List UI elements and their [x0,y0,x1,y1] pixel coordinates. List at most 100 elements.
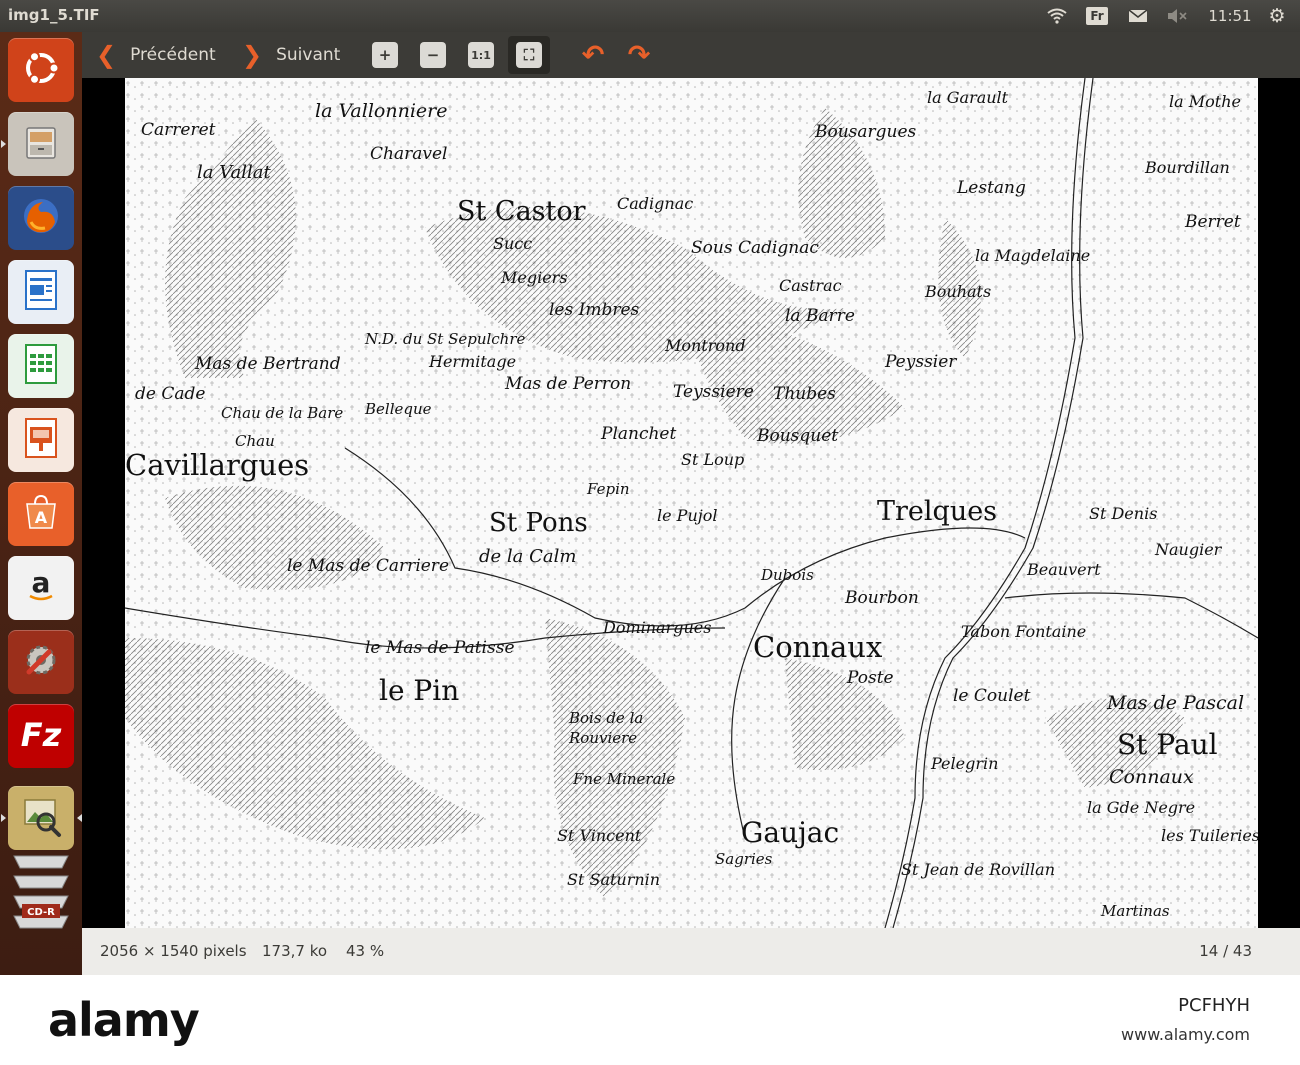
calc-icon [21,342,61,390]
system-settings-button[interactable] [8,630,74,694]
cd-label: CD-R [27,907,55,918]
wifi-icon[interactable] [1042,0,1072,32]
previous-button[interactable]: ❮ Précédent [96,32,216,78]
disc-drive-button[interactable]: CD-R [8,855,74,929]
firefox-icon [19,194,63,242]
map-label: St Jean de Rovillan [901,860,1055,879]
map-label: Charavel [370,144,448,164]
svg-text:a: a [32,566,51,599]
map-label: Martinas [1101,902,1170,920]
map-label: les Imbres [549,300,640,320]
amazon-icon: a [21,566,61,610]
previous-label: Précédent [130,45,216,65]
map-label: Bois de la Rouviere [569,709,644,747]
zoom-normal-button[interactable]: 1:1 [468,42,494,68]
sound-muted-icon[interactable] [1162,0,1192,32]
ubuntu-dash-button[interactable] [8,38,74,102]
map-label: Trelques [877,496,998,527]
map-label: St Saturnin [567,870,661,889]
map-label: N.D. du St Sepulchre [365,330,526,348]
map-label: Mas de Perron [505,374,632,394]
map-label: Peyssier [885,352,957,372]
map-label: la Barre [785,306,855,326]
map-label: Thubes [773,384,836,404]
map-label: Bouhats [925,282,992,301]
map-label: la Gde Negre [1087,798,1196,817]
amazon-button[interactable]: a [8,556,74,620]
calc-button[interactable] [8,334,74,398]
filezilla-icon: Fz [19,712,63,760]
map-label: le Coulet [953,686,1031,706]
map-label: Fepin [587,480,630,498]
map-label: le Mas de Patisse [365,638,515,658]
map-label: Pelegrin [931,754,999,773]
image-position: 14 / 43 [1199,942,1252,960]
map-label: Gaujac [741,816,840,849]
map-label: Cavillargues [125,448,310,482]
svg-text:Fz: Fz [21,716,62,754]
map-label: Dubois [761,566,814,584]
file-size: 173,7 ko [262,942,328,960]
zoom-out-button[interactable]: − [420,42,446,68]
map-label: Bousargues [815,122,917,142]
map-label: St Castor [457,196,586,227]
map-label: Teyssiere [673,382,754,402]
next-button[interactable]: ❯ Suivant [242,32,340,78]
software-center-button[interactable]: A [8,482,74,546]
map-label: Connaux [753,630,883,664]
files-button[interactable] [8,112,74,176]
map-label: Montrond [665,336,746,355]
watermark-footer: alamy PCFHYH www.alamy.com [0,975,1300,1065]
svg-text:A: A [35,508,48,527]
map-label: la Garault [927,88,1009,107]
image-viewer-icon [19,794,63,842]
cabinet-icon [21,122,61,166]
map-label: Belleque [365,400,432,418]
settings-icon [19,638,63,686]
top-panel: img1_5.TIF Fr 11:51 ⚙ [0,0,1300,32]
clock[interactable]: 11:51 [1204,0,1256,32]
map-label: Hermitage [429,352,517,371]
map-label: Cadignac [617,194,694,213]
map-label: Castrac [779,276,842,295]
map-label: Chau [235,432,275,450]
map-label: Connaux [1109,766,1194,788]
map-label: Bousquet [757,426,839,446]
zoom-fit-button[interactable]: ⛶ [516,42,542,68]
map-label: St Vincent [557,826,642,845]
filezilla-button[interactable]: Fz [8,704,74,768]
zoom-level: 43 % [346,942,385,960]
mail-icon[interactable] [1124,0,1152,32]
map-label: Planchet [601,424,677,444]
zoom-in-button[interactable]: + [372,42,398,68]
keyboard-layout-label: Fr [1086,7,1108,25]
writer-button[interactable] [8,260,74,324]
watermark-url: www.alamy.com [1121,1025,1250,1044]
map-label: le Pin [379,674,460,707]
status-bar: 2056 × 1540 pixels 173,7 ko 43 % 14 / 43 [82,928,1300,975]
image-viewer-button[interactable] [8,786,74,850]
image-canvas[interactable]: la Vallonniere Carreret Charavel la Vall… [125,78,1258,928]
map-label: Berret [1185,212,1241,232]
map-label: St Paul [1117,728,1218,761]
keyboard-layout-indicator[interactable]: Fr [1084,0,1110,32]
map-label: Lestang [957,178,1026,198]
map-label: Carreret [141,120,216,140]
map-label: Megiers [501,268,568,287]
watermark-logo: alamy [48,993,200,1047]
map-label: les Tuileries [1161,826,1258,845]
rotate-right-button[interactable]: ↷ [624,40,654,71]
impress-button[interactable] [8,408,74,472]
map-label: le Mas de Carriere [287,556,449,576]
map-label: la Vallat [197,162,271,183]
gear-icon[interactable]: ⚙ [1262,0,1292,32]
map-label: Poste [847,668,894,688]
next-label: Suivant [276,45,341,65]
map-label: le Pujol [657,506,718,525]
ubuntu-icon [21,48,61,92]
writer-icon [21,268,61,316]
map-label: Sagries [715,850,773,868]
map-label: Succ [493,234,533,253]
firefox-button[interactable] [8,186,74,250]
rotate-left-button[interactable]: ↶ [578,40,608,71]
